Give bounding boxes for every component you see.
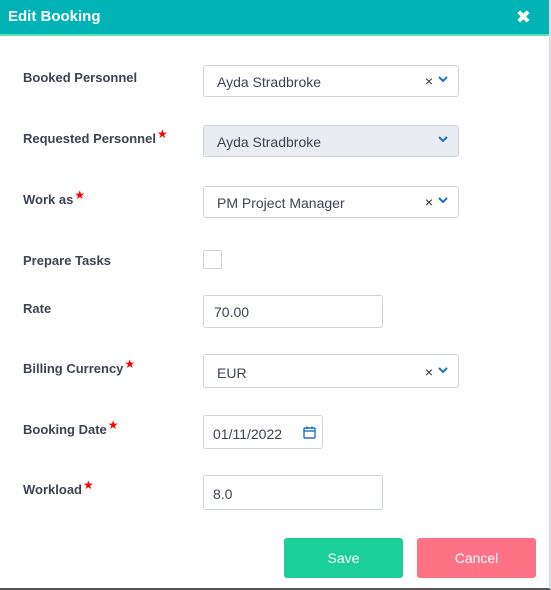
billing-currency-label-text: Billing Currency [23, 361, 124, 376]
prepare-tasks-label-text: Prepare Tasks [23, 253, 111, 268]
chevron-down-icon[interactable] [437, 193, 449, 207]
booking-date-label-text: Booking Date [23, 422, 107, 437]
prepare-tasks-label: Prepare Tasks [23, 253, 111, 268]
rate-value: 70.00 [214, 304, 250, 320]
clear-icon[interactable]: × [425, 73, 433, 89]
clear-icon[interactable]: × [425, 364, 433, 380]
required-star-icon: ★ [156, 127, 168, 141]
cancel-button[interactable]: Cancel [417, 538, 536, 578]
rate-label: Rate [23, 301, 51, 316]
billing-currency-select[interactable]: EUR × [203, 354, 459, 388]
workload-label-text: Workload [23, 482, 82, 497]
rate-label-text: Rate [23, 301, 52, 316]
chevron-down-icon[interactable] [437, 72, 449, 86]
rate-input[interactable]: 70.00 [203, 295, 383, 328]
required-star-icon: ★ [83, 478, 94, 492]
chevron-down-icon[interactable] [437, 132, 449, 146]
clear-icon[interactable]: × [425, 194, 433, 210]
booked-personnel-label: Booked Personnel [23, 70, 137, 85]
close-icon[interactable]: ✖ [516, 7, 531, 27]
edit-booking-dialog: Edit Booking ✖ Booked Personnel Ayda Str… [0, 0, 551, 590]
required-star-icon: ★ [107, 418, 119, 432]
requested-personnel-label: Requested Personnel★ [23, 127, 168, 146]
dialog-title: Edit Booking [8, 8, 101, 25]
booking-date-value: 01/11/2022 [213, 426, 283, 442]
booking-date-input[interactable]: 01/11/2022 [203, 415, 323, 449]
workload-value: 8.0 [213, 486, 233, 502]
required-star-icon: ★ [74, 188, 86, 202]
work-as-value: PM Project Manager [217, 195, 345, 211]
calendar-icon[interactable] [303, 426, 316, 439]
workload-input[interactable]: 8.0 [203, 475, 383, 510]
work-as-label-text: Work as [23, 192, 74, 207]
requested-personnel-value: Ayda Stradbroke [217, 134, 322, 150]
booking-date-label: Booking Date★ [23, 418, 119, 437]
work-as-label: Work as★ [23, 188, 85, 207]
dialog-header: Edit Booking ✖ [0, 0, 549, 36]
work-as-select[interactable]: PM Project Manager × [203, 186, 459, 218]
chevron-down-icon[interactable] [437, 363, 449, 377]
requested-personnel-label-text: Requested Personnel [23, 131, 156, 146]
prepare-tasks-checkbox[interactable] [203, 250, 222, 269]
booked-personnel-select[interactable]: Ayda Stradbroke × [203, 65, 459, 97]
billing-currency-value: EUR [217, 365, 247, 381]
save-button[interactable]: Save [284, 538, 403, 578]
booked-personnel-value: Ayda Stradbroke [217, 74, 322, 90]
workload-label: Workload★ [23, 478, 94, 497]
required-star-icon: ★ [124, 357, 136, 371]
billing-currency-label: Billing Currency★ [23, 357, 135, 376]
booked-personnel-label-text: Booked Personnel [23, 70, 138, 85]
requested-personnel-select[interactable]: Ayda Stradbroke [203, 125, 459, 157]
